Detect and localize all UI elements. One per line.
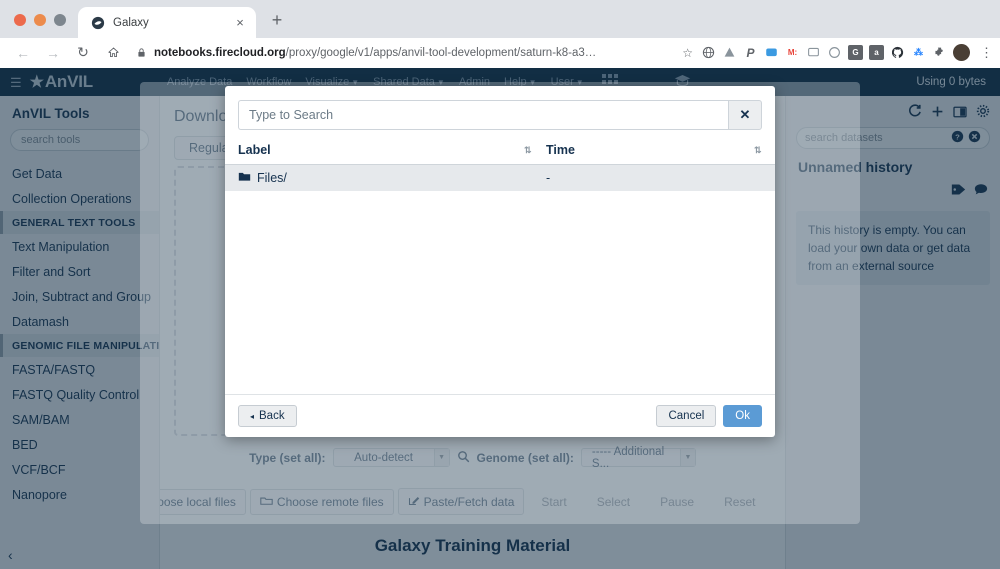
- ok-button[interactable]: Ok: [723, 405, 762, 427]
- tool-item-get-data[interactable]: Get Data: [0, 161, 159, 186]
- back-button[interactable]: ◂ Back: [238, 405, 297, 427]
- tool-item-join-subtract-group[interactable]: Join, Subtract and Group: [0, 284, 159, 309]
- sort-icon-label[interactable]: ⇅: [524, 145, 532, 156]
- menu-grip-icon[interactable]: ☰: [10, 76, 22, 89]
- picker-table: Label ⇅ Time ⇅ Files/ -: [225, 143, 775, 394]
- svg-text:?: ?: [955, 132, 960, 141]
- extensions-row: P M: G a ⁂ ⋮: [701, 44, 993, 61]
- tool-section-genomic-file-manipulation[interactable]: GENOMIC FILE MANIPULATION: [0, 334, 159, 357]
- avatar[interactable]: [953, 44, 970, 61]
- window-traffic-lights[interactable]: [0, 14, 78, 38]
- brand-label: AnVIL: [44, 72, 93, 91]
- column-header-label[interactable]: Label: [238, 143, 524, 157]
- galaxy-icon: [90, 15, 105, 30]
- search-tools-input[interactable]: search tools: [10, 129, 149, 151]
- reload-icon[interactable]: ↻: [72, 42, 94, 64]
- bitbucket-icon[interactable]: ⁂: [911, 45, 926, 60]
- storage-usage-label: Using 0 bytes: [916, 76, 986, 88]
- globe-icon[interactable]: [701, 45, 716, 60]
- comment-icon[interactable]: [806, 45, 821, 60]
- columns-icon[interactable]: [953, 105, 967, 121]
- forward-icon[interactable]: →: [42, 42, 64, 64]
- collapse-tool-panel-icon[interactable]: ‹: [8, 547, 13, 563]
- url-path: /proxy/google/v1/apps/anvil-tool-develop…: [285, 46, 597, 59]
- help-circle-icon[interactable]: ?: [951, 130, 964, 146]
- background-heading: Galaxy Training Material: [374, 536, 571, 555]
- tool-item-bed[interactable]: BED: [0, 432, 159, 457]
- picker-search-input[interactable]: [238, 100, 728, 130]
- paypal-icon[interactable]: P: [743, 45, 758, 60]
- github-icon[interactable]: [890, 45, 905, 60]
- close-icon[interactable]: ×: [232, 15, 248, 31]
- picker-table-header: Label ⇅ Time ⇅: [225, 143, 775, 165]
- tool-item-sam-bam[interactable]: SAM/BAM: [0, 407, 159, 432]
- row-label-cell: Files/: [238, 171, 532, 185]
- drive-icon[interactable]: [722, 45, 737, 60]
- tool-item-fasta-fastq[interactable]: FASTA/FASTQ: [0, 357, 159, 382]
- tool-item-collection-operations[interactable]: Collection Operations: [0, 186, 159, 211]
- picker-table-body-empty: [225, 191, 775, 394]
- picker-footer-actions: Cancel Ok: [656, 405, 762, 427]
- times-circle-icon[interactable]: [968, 130, 981, 146]
- browser-tab-strip: Galaxy × +: [0, 0, 1000, 38]
- folder-icon: [238, 171, 251, 185]
- grammarly-icon[interactable]: G: [848, 45, 863, 60]
- gear-icon[interactable]: [976, 104, 990, 121]
- close-window-button[interactable]: [14, 14, 26, 26]
- tool-item-vcf-bcf[interactable]: VCF/BCF: [0, 457, 159, 482]
- search-tools-placeholder: search tools: [21, 134, 81, 146]
- table-row[interactable]: Files/ -: [225, 165, 775, 191]
- tool-section-general-text-tools[interactable]: GENERAL TEXT TOOLS: [0, 211, 159, 234]
- address-bar[interactable]: notebooks.firecloud.org /proxy/google/v1…: [136, 42, 668, 64]
- tool-item-text-manipulation[interactable]: Text Manipulation: [0, 234, 159, 259]
- picker-search-group: ✕: [238, 100, 762, 130]
- column-header-time[interactable]: Time: [532, 143, 754, 157]
- bookmark-star-icon[interactable]: ☆: [682, 46, 693, 60]
- browser-toolbar: ← → ↻ notebooks.firecloud.org /proxy/goo…: [0, 38, 1000, 68]
- tool-item-filter-and-sort[interactable]: Filter and Sort: [0, 259, 159, 284]
- tool-item-fastq-quality-control[interactable]: FASTQ Quality Control: [0, 382, 159, 407]
- url-host: notebooks.firecloud.org: [154, 46, 286, 59]
- maximize-window-button[interactable]: [54, 14, 66, 26]
- caret-left-icon: ◂: [250, 411, 255, 421]
- comment-icon[interactable]: [974, 183, 988, 199]
- lock-icon: [136, 47, 147, 58]
- tag-icon[interactable]: [951, 183, 966, 199]
- refresh-icon[interactable]: [908, 104, 922, 121]
- row-label-text: Files/: [257, 171, 287, 185]
- amazon-icon[interactable]: a: [869, 45, 884, 60]
- cancel-button[interactable]: Cancel: [656, 405, 717, 427]
- picker-header: ✕: [225, 86, 775, 143]
- new-tab-button[interactable]: +: [266, 9, 288, 31]
- minimize-window-button[interactable]: [34, 14, 46, 26]
- tool-panel: AnVIL Tools search tools Get Data Collec…: [0, 96, 160, 569]
- remote-file-picker-dialog: ✕ Label ⇅ Time ⇅ Files/ - ◂ Back Cancel: [225, 86, 775, 437]
- browser-tab-galaxy[interactable]: Galaxy ×: [78, 7, 256, 38]
- tool-item-datamash[interactable]: Datamash: [0, 309, 159, 334]
- back-icon[interactable]: ←: [12, 42, 34, 64]
- star-icon: ★: [29, 74, 44, 91]
- home-icon[interactable]: [102, 42, 124, 64]
- circle-icon[interactable]: [827, 45, 842, 60]
- picker-footer: ◂ Back Cancel Ok: [225, 394, 775, 437]
- sort-icon-time[interactable]: ⇅: [754, 145, 762, 156]
- row-time-cell: -: [546, 171, 551, 185]
- clear-search-icon[interactable]: ✕: [728, 100, 762, 130]
- browser-tab-title: Galaxy: [113, 16, 149, 29]
- puzzle-icon[interactable]: [932, 45, 947, 60]
- chat-icon[interactable]: [764, 45, 779, 60]
- browser-menu-icon[interactable]: ⋮: [980, 46, 993, 59]
- tool-panel-title: AnVIL Tools: [12, 106, 90, 121]
- tool-item-nanopore[interactable]: Nanopore: [0, 482, 159, 507]
- mailtrack-icon[interactable]: M:: [785, 45, 800, 60]
- anvil-logo[interactable]: ★ AnVIL: [30, 72, 93, 92]
- plus-icon[interactable]: [931, 105, 944, 121]
